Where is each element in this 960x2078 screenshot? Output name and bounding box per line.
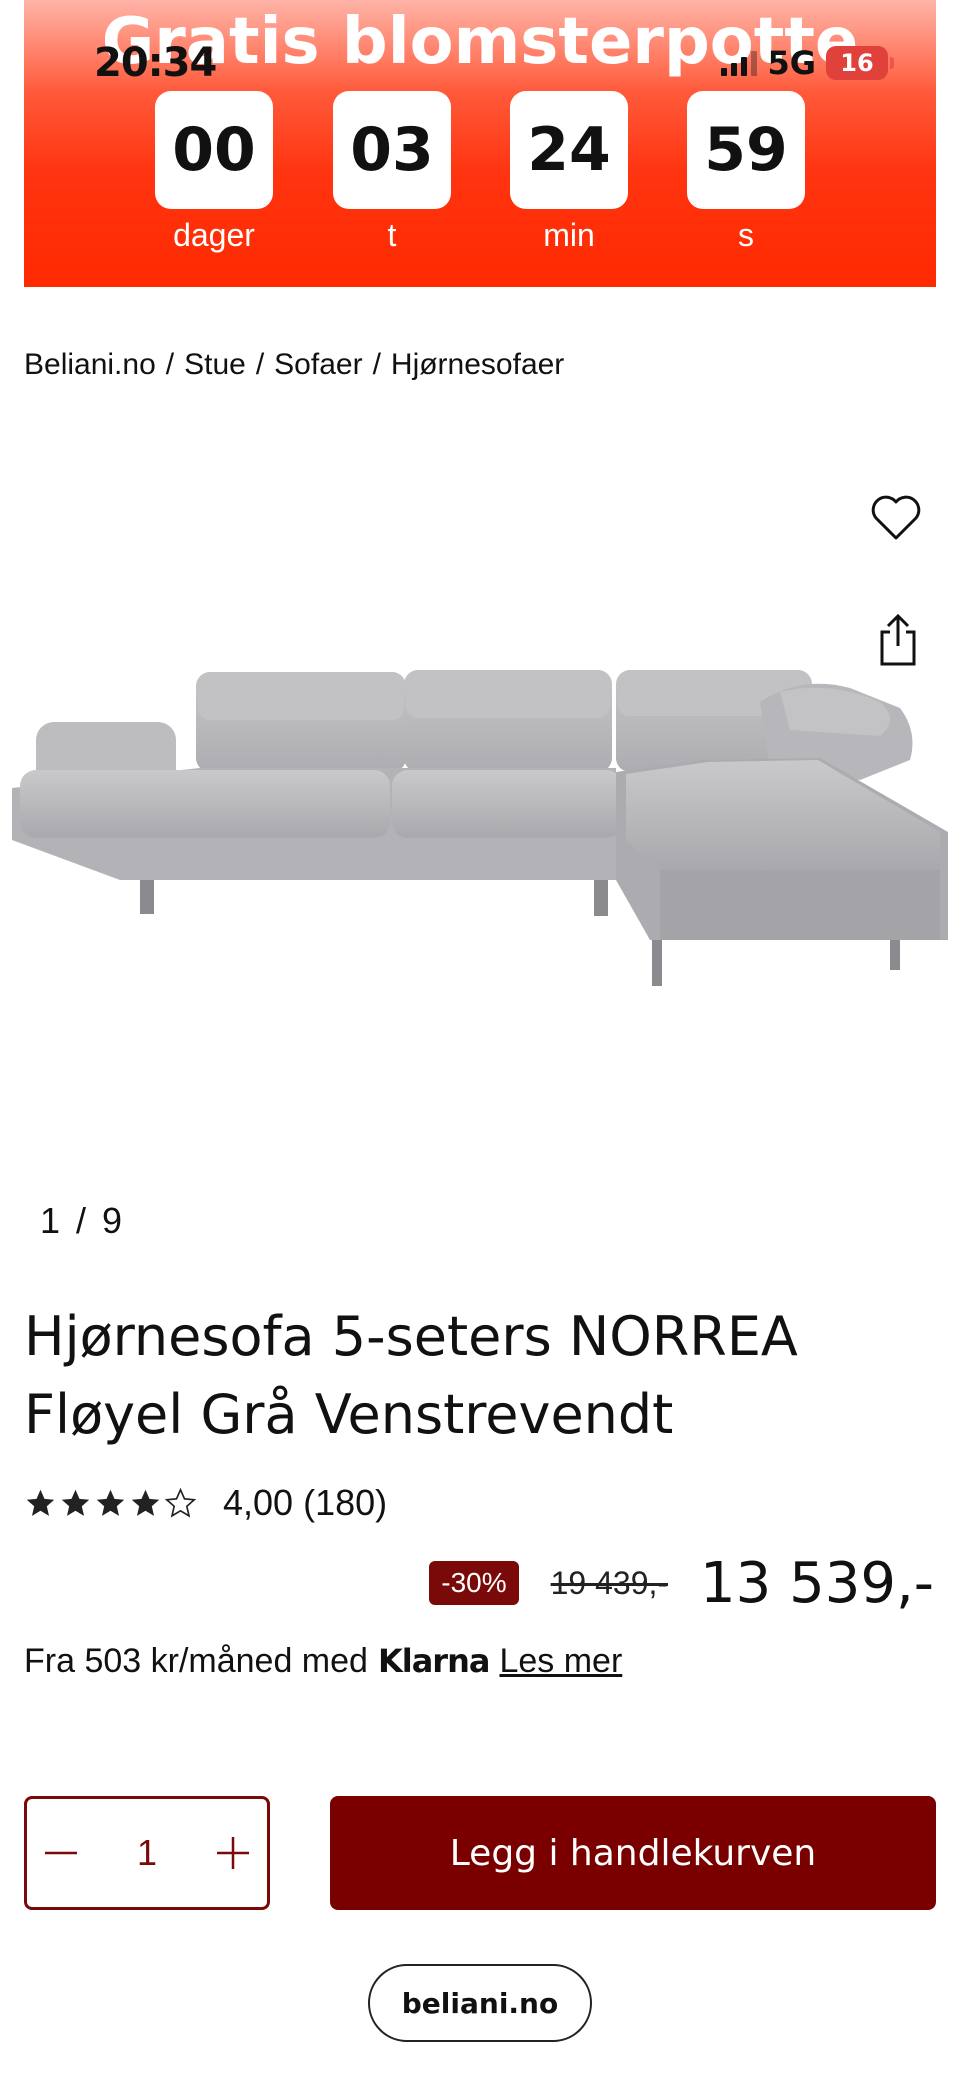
countdown-seconds-value: 59 (687, 91, 805, 209)
rating-count: (180) (303, 1482, 388, 1523)
quantity-stepper: 1 (24, 1796, 270, 1910)
klarna-financing: Fra 503 kr/måned med Klarna Les mer (24, 1642, 622, 1681)
klarna-logo: Klarna (377, 1642, 491, 1680)
plus-icon[interactable] (213, 1833, 253, 1873)
countdown-hours-value: 03 (333, 91, 451, 209)
current-price: 13 539,- (700, 1550, 934, 1616)
breadcrumb-sofaer[interactable]: Sofaer (274, 348, 362, 382)
product-rating[interactable]: 4,00 (180) (24, 1482, 387, 1524)
network-label: 5G (767, 44, 816, 82)
share-icon[interactable] (876, 612, 920, 668)
breadcrumb-stue[interactable]: Stue (184, 348, 246, 382)
countdown-hours: 03 t (333, 91, 451, 254)
rating-value: 4,00 (223, 1482, 294, 1523)
countdown-seconds: 59 s (687, 91, 805, 254)
battery-icon: 16 (826, 46, 888, 80)
minus-icon[interactable] (41, 1833, 81, 1873)
pager-current: 1 (40, 1200, 61, 1241)
breadcrumb: Beliani.no / Stue / Sofaer / Hjørnesofae… (24, 348, 564, 382)
breadcrumb-home[interactable]: Beliani.no (24, 348, 156, 382)
star-filled-icon (131, 1489, 160, 1516)
countdown-timer: 00 dager 03 t 24 min 59 s (24, 91, 936, 254)
klarna-text: Fra 503 kr/måned med (24, 1642, 368, 1680)
signal-icon (721, 50, 758, 76)
gallery-pager: 1 / 9 (40, 1200, 122, 1242)
heart-icon[interactable] (868, 490, 924, 546)
product-image[interactable] (0, 440, 960, 1000)
countdown-days-label: dager (173, 217, 255, 253)
star-filled-icon (96, 1489, 125, 1516)
breadcrumb-hjornesofaer[interactable]: Hjørnesofaer (391, 348, 564, 382)
discount-badge: -30% (429, 1561, 519, 1605)
battery-level: 16 (840, 49, 874, 77)
countdown-minutes-value: 24 (510, 91, 628, 209)
breadcrumb-separator: / (255, 348, 265, 381)
star-filled-icon (26, 1489, 55, 1516)
star-filled-icon (61, 1489, 90, 1516)
price-row: -30% 19 439,- 13 539,- (429, 1548, 934, 1618)
pager-total: 9 (102, 1200, 123, 1241)
countdown-minutes: 24 min (510, 91, 628, 254)
countdown-hours-label: t (387, 217, 397, 253)
countdown-days: 00 dager (155, 91, 273, 254)
star-empty-icon (164, 1487, 197, 1518)
breadcrumb-separator: / (372, 348, 381, 381)
breadcrumb-separator: / (165, 348, 175, 381)
status-indicators: 5G 16 (721, 44, 894, 82)
old-price: 19 439,- (550, 1564, 669, 1601)
countdown-minutes-label: min (543, 217, 595, 253)
status-time: 20:34 (94, 40, 217, 86)
battery-tip (890, 57, 894, 69)
countdown-seconds-label: s (738, 217, 754, 253)
product-title: Hjørnesofa 5-seters NORREA Fløyel Grå Ve… (24, 1305, 798, 1446)
browser-url-bar[interactable]: beliani.no (368, 1964, 592, 2042)
rating-text: 4,00 (180) (223, 1482, 387, 1524)
quantity-value[interactable]: 1 (137, 1832, 157, 1874)
pager-separator: / (76, 1200, 87, 1241)
add-to-cart-button[interactable]: Legg i handlekurven (330, 1796, 936, 1910)
klarna-read-more-link[interactable]: Les mer (499, 1642, 622, 1681)
countdown-days-value: 00 (155, 91, 273, 209)
